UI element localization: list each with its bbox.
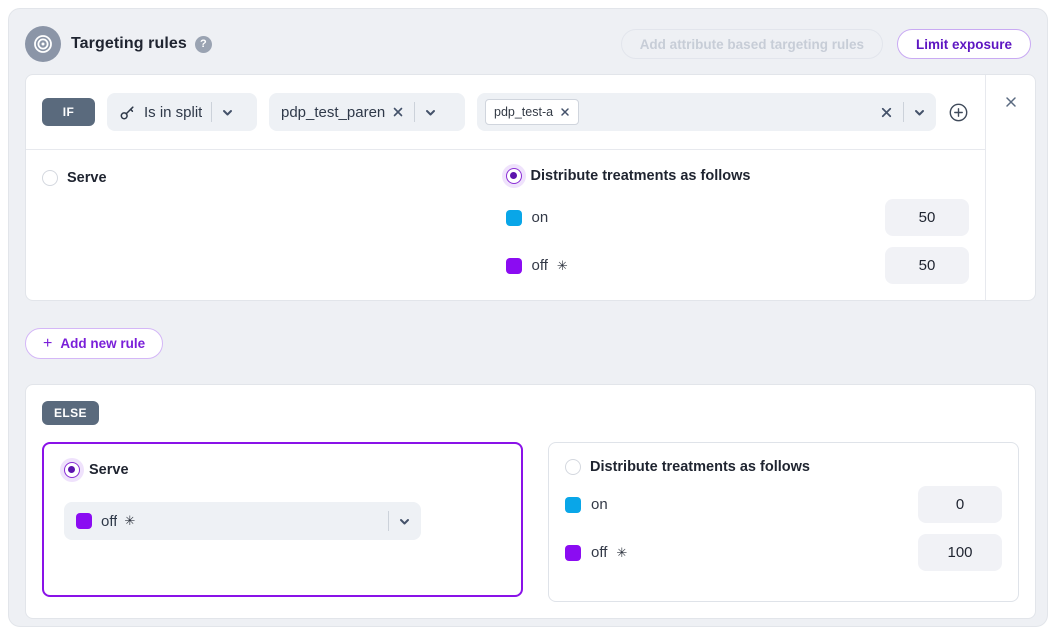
default-treatment-icon: ✳	[616, 545, 627, 561]
treatment-on-percentage-input[interactable]	[885, 199, 969, 236]
serve-radio[interactable]	[42, 170, 58, 186]
else-treatment-row-off: off ✳	[565, 534, 1002, 571]
serve-label: Serve	[67, 170, 107, 186]
rule-card: IF Is in split	[25, 74, 1036, 301]
treatment-row-on: on	[506, 199, 970, 236]
serve-option[interactable]: Serve	[42, 170, 506, 186]
treatment-off-swatch	[506, 258, 522, 274]
else-card: ELSE Serve off ✳	[25, 384, 1036, 619]
else-badge: ELSE	[42, 401, 99, 425]
targeting-rules-panel: Targeting rules ? Add attribute based ta…	[8, 8, 1048, 627]
treatment-multiselect[interactable]: pdp_test-a	[477, 93, 936, 131]
matcher-label: Is in split	[144, 104, 202, 121]
clear-split-icon[interactable]	[391, 105, 405, 119]
split-select-value: pdp_test_paren	[281, 104, 385, 121]
limit-exposure-button[interactable]: Limit exposure	[897, 29, 1031, 59]
page-title: Targeting rules	[71, 35, 187, 53]
else-distribute-radio[interactable]	[565, 459, 581, 475]
treatment-row-off: off ✳	[506, 247, 970, 284]
if-badge: IF	[42, 98, 95, 126]
treatment-on-swatch	[506, 210, 522, 226]
else-treatment-row-on: on	[565, 486, 1002, 523]
distribute-option[interactable]: Distribute treatments as follows	[506, 168, 970, 184]
delete-rule-icon[interactable]	[1004, 95, 1018, 109]
key-icon	[119, 104, 136, 121]
else-distribute-box[interactable]: Distribute treatments as follows on off …	[548, 442, 1019, 602]
else-treatment-off-percentage-input[interactable]	[918, 534, 1002, 571]
add-new-rule-label: Add new rule	[60, 336, 145, 351]
distribute-radio[interactable]	[506, 168, 522, 184]
panel-header: Targeting rules ? Add attribute based ta…	[25, 25, 1031, 63]
treatment-name: off	[591, 544, 607, 561]
matcher-select[interactable]: Is in split	[107, 93, 257, 131]
rule-close-column	[985, 75, 1035, 300]
else-serve-label: Serve	[89, 462, 129, 478]
split-select[interactable]: pdp_test_paren	[269, 93, 465, 131]
else-serve-box[interactable]: Serve off ✳	[42, 442, 523, 597]
chevron-down-icon[interactable]	[424, 106, 437, 119]
help-icon[interactable]: ?	[195, 36, 212, 53]
selected-treatment-swatch	[76, 513, 92, 529]
rule-condition-row: IF Is in split	[26, 75, 985, 150]
add-condition-icon[interactable]	[948, 102, 969, 123]
else-distribute-option[interactable]: Distribute treatments as follows	[565, 459, 1002, 475]
default-treatment-icon: ✳	[124, 513, 135, 529]
rule-serve-section: Serve Distribute treatments as follows o…	[26, 150, 985, 300]
treatment-tag: pdp_test-a	[485, 99, 579, 125]
treatment-name: on	[532, 209, 549, 226]
else-serve-option[interactable]: Serve	[64, 462, 501, 478]
else-treatment-on-percentage-input[interactable]	[918, 486, 1002, 523]
chevron-down-icon[interactable]	[913, 106, 926, 119]
treatment-name: on	[591, 496, 608, 513]
else-serve-treatment-select[interactable]: off ✳	[64, 502, 421, 540]
add-new-rule-button[interactable]: + Add new rule	[25, 328, 163, 359]
plus-icon: +	[43, 336, 52, 352]
treatment-name: off	[532, 257, 548, 274]
selected-treatment-name: off	[101, 513, 117, 530]
distribute-label: Distribute treatments as follows	[531, 168, 751, 184]
treatment-on-swatch	[565, 497, 581, 513]
else-serve-radio[interactable]	[64, 462, 80, 478]
chevron-down-icon[interactable]	[221, 106, 234, 119]
default-treatment-icon: ✳	[557, 258, 568, 274]
targeting-rules-icon	[25, 26, 61, 62]
chevron-down-icon[interactable]	[398, 515, 411, 528]
treatment-off-percentage-input[interactable]	[885, 247, 969, 284]
clear-all-icon[interactable]	[879, 105, 894, 120]
treatment-tag-label: pdp_test-a	[494, 105, 553, 119]
treatment-off-swatch	[565, 545, 581, 561]
else-distribute-label: Distribute treatments as follows	[590, 459, 810, 475]
add-attribute-rules-button[interactable]: Add attribute based targeting rules	[621, 29, 883, 59]
remove-tag-icon[interactable]	[560, 107, 570, 117]
